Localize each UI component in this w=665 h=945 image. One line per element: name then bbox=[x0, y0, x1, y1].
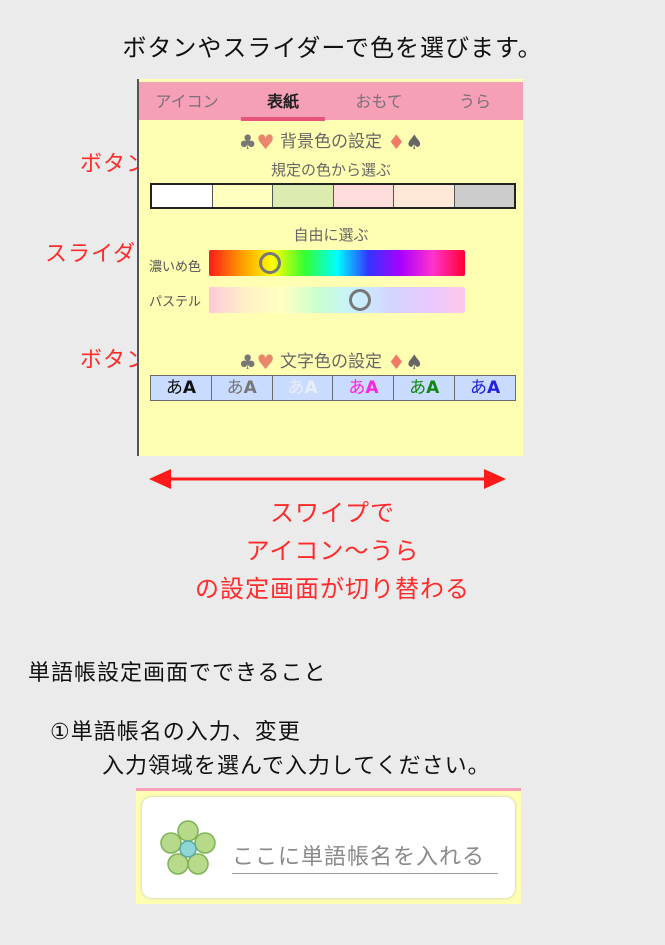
tab-bar-strip bbox=[136, 788, 521, 791]
text-color-button[interactable]: あA bbox=[151, 376, 212, 400]
wordbook-name-card: ここに単語帳名を入れる bbox=[136, 788, 521, 904]
text-color-buttons: あA あA あA あA あA あA bbox=[150, 375, 516, 401]
diamond-icon: ♦ bbox=[387, 350, 406, 374]
spade-icon: ♠ bbox=[405, 130, 424, 154]
tab-bar: アイコン 表紙 おもて うら bbox=[139, 82, 523, 121]
preset-colors-label: 規定の色から選ぶ bbox=[270, 161, 391, 179]
spade-icon: ♠ bbox=[405, 350, 424, 374]
club-icon: ♣ bbox=[238, 130, 257, 154]
tab-front[interactable]: おもて bbox=[331, 82, 427, 120]
flower-icon bbox=[160, 820, 216, 875]
pastel-color-slider[interactable] bbox=[209, 287, 465, 313]
color-swatch-button[interactable] bbox=[394, 185, 455, 207]
swipe-arrow-icon bbox=[149, 469, 506, 489]
diamond-icon: ♦ bbox=[387, 130, 406, 154]
heart-icon: ♥ bbox=[256, 130, 275, 154]
pastel-slider-label: パステル bbox=[149, 295, 202, 310]
item-title: ①単語帳名の入力、変更 bbox=[50, 720, 301, 745]
tab-icon[interactable]: アイコン bbox=[139, 82, 235, 120]
text-color-button[interactable]: あA bbox=[333, 376, 395, 400]
tab-back[interactable]: うら bbox=[427, 82, 523, 120]
text-color-button[interactable]: あA bbox=[212, 376, 273, 400]
page-heading: ボタンやスライダーで色を選びます。 bbox=[122, 34, 543, 62]
swipe-description: スワイプで アイコン～うら の設定画面が切り替わる bbox=[195, 499, 470, 603]
color-swatch-button[interactable] bbox=[333, 185, 394, 207]
club-icon: ♣ bbox=[238, 350, 257, 374]
color-swatch-button[interactable] bbox=[454, 185, 514, 207]
text-color-button[interactable]: あA bbox=[455, 376, 515, 400]
slider-handle[interactable] bbox=[259, 252, 281, 274]
tab-cover[interactable]: 表紙 bbox=[235, 82, 331, 121]
color-swatch-button[interactable] bbox=[152, 185, 213, 207]
wordbook-name-input[interactable]: ここに単語帳名を入れる bbox=[232, 839, 498, 874]
text-color-title: ♣♥ 文字色の設定 ♦♠ bbox=[238, 350, 424, 374]
color-swatch-button[interactable] bbox=[273, 185, 334, 207]
settings-panel: アイコン 表紙 おもて うら ♣♥ 背景色の設定 ♦♠ 規定の色から選ぶ 自由に… bbox=[139, 79, 523, 456]
item-description: 入力領域を選んで入力してください。 bbox=[102, 754, 491, 779]
vivid-color-slider[interactable] bbox=[209, 250, 465, 276]
section-heading: 単語帳設定画面でできること bbox=[28, 661, 327, 686]
vivid-slider-label: 濃いめ色 bbox=[149, 260, 202, 275]
preset-color-buttons bbox=[150, 183, 516, 209]
free-color-label: 自由に選ぶ bbox=[293, 226, 369, 244]
background-color-title: ♣♥ 背景色の設定 ♦♠ bbox=[238, 130, 424, 154]
wordbook-name-box: ここに単語帳名を入れる bbox=[142, 797, 515, 898]
color-swatch-button[interactable] bbox=[212, 185, 273, 207]
text-color-button[interactable]: あA bbox=[273, 376, 334, 400]
text-color-button[interactable]: あA bbox=[394, 376, 456, 400]
slider-handle[interactable] bbox=[349, 289, 371, 311]
heart-icon: ♥ bbox=[256, 350, 275, 374]
